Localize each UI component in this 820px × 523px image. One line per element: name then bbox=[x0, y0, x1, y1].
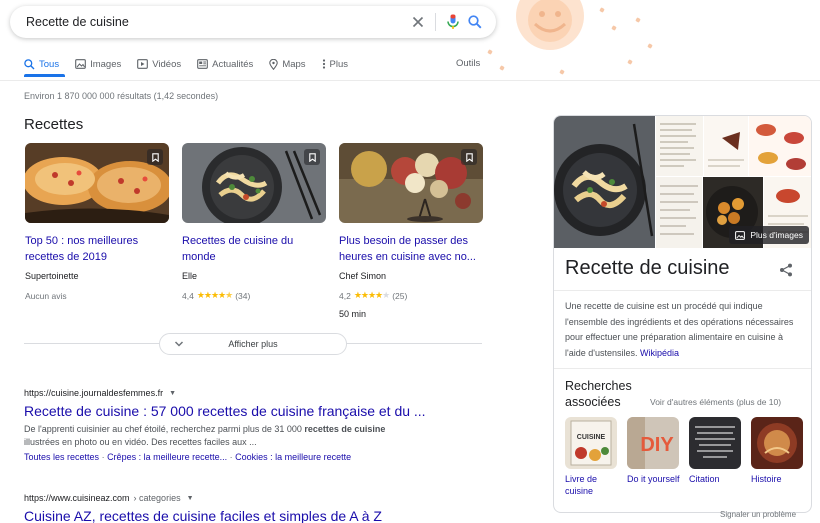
recipe-image[interactable] bbox=[182, 143, 326, 223]
microphone-icon[interactable] bbox=[442, 11, 464, 33]
bookmark-icon[interactable] bbox=[304, 149, 320, 165]
caret-down-icon[interactable]: ▼ bbox=[187, 495, 194, 502]
knowledge-panel-divider bbox=[554, 290, 811, 291]
recipes-heading: Recettes bbox=[24, 116, 84, 133]
search-divider bbox=[435, 13, 436, 31]
search-icon[interactable] bbox=[464, 11, 486, 33]
related-search-item[interactable]: Histoire bbox=[751, 417, 805, 485]
chevron-down-icon bbox=[174, 341, 184, 347]
knowledge-panel-title: Recette de cuisine bbox=[565, 257, 730, 279]
related-thumbnail[interactable]: CUISINE bbox=[565, 417, 617, 469]
recipe-title[interactable]: Plus besoin de passer des heures en cuis… bbox=[339, 233, 483, 265]
knowledge-panel-divider bbox=[554, 368, 811, 369]
clear-icon[interactable] bbox=[407, 11, 429, 33]
recipe-card[interactable]: Top 50 : nos meilleures recettes de 2019… bbox=[25, 143, 169, 301]
recipe-rating: 4,4 ★★★★★ (34) bbox=[182, 290, 251, 301]
related-searches-heading: Recherches associées bbox=[565, 379, 632, 409]
tab-tous[interactable]: Tous bbox=[24, 54, 59, 74]
see-more-link[interactable]: Voir d'autres éléments (plus de 10) bbox=[650, 397, 781, 407]
header-divider bbox=[0, 80, 820, 81]
search-input[interactable]: Recette de cuisine bbox=[10, 15, 407, 29]
related-thumbnail-text: DIY bbox=[640, 434, 674, 456]
related-label[interactable]: Histoire bbox=[751, 473, 805, 485]
bookmark-icon[interactable] bbox=[147, 149, 163, 165]
recipe-card[interactable]: Plus besoin de passer des heures en cuis… bbox=[339, 143, 483, 319]
show-more-button[interactable]: Afficher plus bbox=[159, 333, 347, 355]
sitelink[interactable]: Cookies : la meilleure recette bbox=[235, 452, 351, 462]
recipe-rating: 4,2 ★★★★★ (25) bbox=[339, 290, 408, 301]
related-thumbnail-text: CUISINE bbox=[577, 434, 606, 441]
tab-images[interactable]: Images bbox=[75, 54, 121, 74]
recipe-title[interactable]: Recettes de cuisine du monde bbox=[182, 233, 326, 265]
tab-actualites[interactable]: Actualités bbox=[197, 54, 253, 74]
map-pin-icon bbox=[269, 58, 279, 70]
search-box[interactable]: Recette de cuisine bbox=[10, 6, 496, 38]
result-url[interactable]: https://www.cuisineaz.com › categories ▼ bbox=[24, 493, 494, 503]
report-problem-link[interactable]: Signaler un problème bbox=[720, 510, 796, 519]
recipe-time: 50 min bbox=[339, 309, 367, 319]
tab-maps[interactable]: Maps bbox=[269, 54, 306, 74]
related-label[interactable]: Citation bbox=[689, 473, 743, 485]
sitelink[interactable]: Toutes les recettes bbox=[24, 452, 99, 462]
more-vert-icon bbox=[322, 59, 325, 69]
tools-button[interactable]: Outils bbox=[456, 58, 480, 69]
related-label[interactable]: Do it yourself bbox=[627, 473, 681, 485]
star-rating-icon: ★★★★★ bbox=[196, 290, 233, 300]
related-search-item[interactable]: DIY Do it yourself bbox=[627, 417, 681, 485]
sitelink[interactable]: Crêpes : la meilleure recette... bbox=[107, 452, 227, 462]
share-icon[interactable] bbox=[779, 263, 793, 282]
recipe-card[interactable]: Recettes de cuisine du monde Elle 4,4 ★★… bbox=[182, 143, 326, 301]
recipe-source: Supertoinette bbox=[25, 271, 79, 281]
search-result: https://cuisine.journaldesfemmes.fr ▼ Re… bbox=[24, 388, 494, 462]
tab-plus[interactable]: Plus bbox=[322, 54, 348, 74]
result-title[interactable]: Cuisine AZ, recettes de cuisine faciles … bbox=[24, 508, 494, 523]
recipe-source: Elle bbox=[182, 271, 198, 281]
recipe-image[interactable] bbox=[25, 143, 169, 223]
related-thumbnail[interactable]: DIY bbox=[627, 417, 679, 469]
recipe-image[interactable] bbox=[339, 143, 483, 223]
recipe-source: Chef Simon bbox=[339, 271, 387, 281]
news-icon bbox=[197, 59, 208, 69]
video-icon bbox=[137, 59, 149, 69]
active-tab-indicator bbox=[24, 74, 65, 77]
knowledge-panel: Plus d'images Recette de cuisine Une rec… bbox=[553, 115, 812, 513]
image-icon bbox=[75, 59, 86, 69]
result-title[interactable]: Recette de cuisine : 57 000 recettes de … bbox=[24, 403, 494, 419]
result-stats: Environ 1 870 000 000 résultats (1,42 se… bbox=[24, 91, 219, 101]
bookmark-icon[interactable] bbox=[461, 149, 477, 165]
knowledge-panel-description: Une recette de cuisine est un procédé qu… bbox=[565, 301, 794, 358]
recipe-title[interactable]: Top 50 : nos meilleures recettes de 2019 bbox=[25, 233, 169, 265]
related-label[interactable]: Livre de cuisine bbox=[565, 473, 619, 497]
result-url[interactable]: https://cuisine.journaldesfemmes.fr ▼ bbox=[24, 388, 494, 398]
star-rating-icon: ★★★★★ bbox=[353, 290, 390, 300]
recipe-rating: Aucun avis bbox=[25, 291, 67, 301]
caret-down-icon[interactable]: ▼ bbox=[169, 390, 176, 397]
related-thumbnail[interactable] bbox=[689, 417, 741, 469]
search-result: https://www.cuisineaz.com › categories ▼… bbox=[24, 493, 494, 523]
related-search-item[interactable]: CUISINE Livre de cuisine bbox=[565, 417, 619, 497]
result-sitelinks: Toutes les recettes · Crêpes : la meille… bbox=[24, 452, 352, 462]
related-thumbnail[interactable] bbox=[751, 417, 803, 469]
search-icon bbox=[24, 58, 35, 69]
result-snippet: De l'apprenti cuisinier au chef étoilé, … bbox=[24, 424, 386, 447]
related-search-item[interactable]: Citation bbox=[689, 417, 743, 485]
search-tabs: Tous Images Vidéos Actualités Maps Plus bbox=[24, 54, 484, 78]
wikipedia-link[interactable]: Wikipédia bbox=[640, 348, 679, 358]
more-images-button[interactable]: Plus d'images bbox=[729, 226, 809, 244]
tab-videos[interactable]: Vidéos bbox=[137, 54, 181, 74]
image-icon bbox=[735, 230, 746, 240]
doodle-illustration[interactable] bbox=[505, 0, 595, 60]
knowledge-panel-images[interactable]: Plus d'images bbox=[554, 116, 811, 248]
